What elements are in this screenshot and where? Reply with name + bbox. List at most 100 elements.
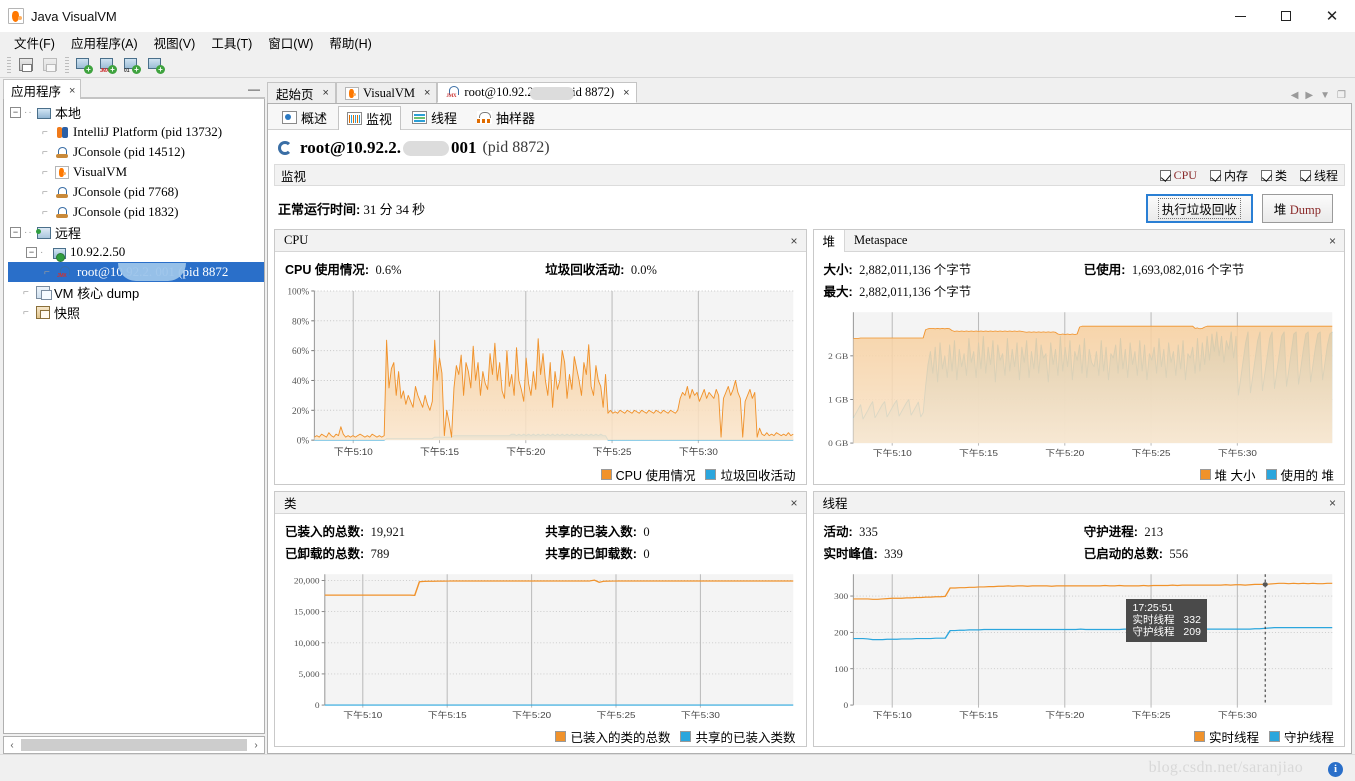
tree-connector: ·· xyxy=(24,107,37,118)
expander-icon[interactable]: − xyxy=(10,227,21,238)
tab-threads[interactable]: 线程 xyxy=(403,105,466,129)
tree-node-intellij[interactable]: ⌐ IntelliJ Platform (pid 13732) xyxy=(8,122,264,142)
tab-start-page[interactable]: 起始页 × xyxy=(267,82,336,103)
scroll-left-icon[interactable]: ‹ xyxy=(4,740,20,751)
tab-monitor[interactable]: 监视 xyxy=(338,106,401,130)
scroll-right-icon[interactable]: › xyxy=(248,740,264,751)
close-icon[interactable]: × xyxy=(1321,234,1344,248)
tree-node-local[interactable]: − ·· 本地 xyxy=(8,102,264,122)
tab-metaspace[interactable]: Metaspace xyxy=(845,230,916,252)
expander-icon[interactable]: − xyxy=(26,247,37,258)
add-application-icon[interactable]: + xyxy=(145,54,167,76)
shared-unloaded-stat: 共享的已卸载数: 0 xyxy=(545,543,805,562)
menu-applications[interactable]: 应用程序(A) xyxy=(63,31,146,54)
tree-node-snapshots[interactable]: ⌐ 快照 xyxy=(8,302,264,322)
minimize-button[interactable] xyxy=(1217,0,1263,32)
minimize-icon[interactable]: — xyxy=(243,81,265,98)
legend-heap-used[interactable]: 使用的 堆 xyxy=(1266,465,1334,484)
threads-chart[interactable]: 0100200300下午5:10下午5:15下午5:20下午5:25下午5:30… xyxy=(814,569,1345,726)
cpu-chart[interactable]: 0%20%40%60%80%100%下午5:10下午5:15下午5:20下午5:… xyxy=(275,285,806,464)
tree-node-jconsole-1832[interactable]: ⌐ JConsole (pid 1832) xyxy=(8,202,264,222)
save-all-icon[interactable] xyxy=(39,54,61,76)
applications-tree[interactable]: − ·· 本地 ⌐ IntelliJ Platform (pid 13732) … xyxy=(3,99,265,734)
perform-gc-button[interactable]: 执行垃圾回收 xyxy=(1146,194,1253,223)
menu-window[interactable]: 窗口(W) xyxy=(260,31,321,54)
checkbox-label: 线程 xyxy=(1314,167,1338,184)
computer-icon xyxy=(37,108,51,119)
info-icon[interactable]: i xyxy=(1328,762,1343,777)
heap-dump-button[interactable]: 堆 Dump xyxy=(1262,194,1333,223)
tree-node-jconsole-7768[interactable]: ⌐ JConsole (pid 7768) xyxy=(8,182,264,202)
menu-file[interactable]: 文件(F) xyxy=(6,31,63,54)
classes-chart[interactable]: 05,00010,00015,00020,000下午5:10下午5:15下午5:… xyxy=(275,569,806,726)
threads-stats-col1: 活动: 335 实时峰值: 339 xyxy=(824,521,1084,565)
application-name-prefix: root@10.92.2. xyxy=(300,138,401,158)
checkbox-cpu[interactable]: CPU xyxy=(1160,168,1197,183)
close-icon[interactable]: × xyxy=(782,234,805,248)
checkbox-classes[interactable]: 类 xyxy=(1261,167,1287,184)
close-icon[interactable]: × xyxy=(424,87,430,99)
threads-stats: 活动: 335 实时峰值: 339 守护进程: 213 xyxy=(814,514,1345,569)
legend-shared-loaded[interactable]: 共享的已装入类数 xyxy=(680,727,795,746)
stat-key: 共享的已装入数: xyxy=(545,525,637,539)
uptime-label: 正常运行时间: xyxy=(278,199,360,218)
tab-visualvm[interactable]: VisualVM × xyxy=(336,82,437,103)
legend-gc-activity[interactable]: 垃圾回收活动 xyxy=(705,465,795,484)
legend-total-loaded[interactable]: 已装入的类的总数 xyxy=(555,727,670,746)
tab-jmx-application[interactable]: root@10.92.2. 001 (pid 8872) × xyxy=(437,82,636,103)
scroll-tabs-right-icon[interactable]: ▶ xyxy=(1305,90,1313,101)
close-icon[interactable]: × xyxy=(782,496,805,510)
tree-node-remote[interactable]: − ·· 远程 xyxy=(8,222,264,242)
add-remote-host-icon[interactable]: 01+ xyxy=(121,54,143,76)
expander-icon[interactable]: − xyxy=(10,107,21,118)
close-icon[interactable]: × xyxy=(323,87,329,99)
tree-node-jmx-connection[interactable]: ⌐ root@10.92.2. 001 (pid 8872 xyxy=(8,262,264,282)
tree-connector: ⌐ xyxy=(42,127,55,138)
sidebar-horizontal-scrollbar[interactable]: ‹ › xyxy=(3,736,265,754)
close-button[interactable]: ✕ xyxy=(1309,0,1355,32)
visualvm-icon xyxy=(55,166,69,179)
stat-value: 556 xyxy=(1169,547,1188,561)
legend-live-threads[interactable]: 实时线程 xyxy=(1194,727,1259,746)
tree-node-visualvm[interactable]: ⌐ VisualVM xyxy=(8,162,264,182)
stat-key: CPU 使用情况: xyxy=(285,263,369,277)
tab-label: 监视 xyxy=(366,109,392,128)
tree-connector: · xyxy=(40,247,53,258)
window-controls: ✕ xyxy=(1217,0,1355,32)
heap-chart[interactable]: 0 GB1 GB2 GB下午5:10下午5:15下午5:20下午5:25下午5:… xyxy=(814,307,1345,464)
scroll-tabs-left-icon[interactable]: ◀ xyxy=(1291,90,1299,101)
svg-text:下午5:30: 下午5:30 xyxy=(679,446,718,458)
add-jmx-connection-icon[interactable]: JMX+ xyxy=(97,54,119,76)
checkbox-icon[interactable] xyxy=(1261,170,1272,181)
close-icon[interactable]: × xyxy=(1321,496,1344,510)
scrollbar-thumb[interactable] xyxy=(21,739,247,751)
legend-cpu-usage[interactable]: CPU 使用情况 xyxy=(601,465,696,484)
maximize-button[interactable] xyxy=(1263,0,1309,32)
add-local-host-icon[interactable]: + xyxy=(73,54,95,76)
tree-node-jconsole-14512[interactable]: ⌐ JConsole (pid 14512) xyxy=(8,142,264,162)
tab-list-icon[interactable]: ▼ xyxy=(1320,90,1330,101)
heap-size-stat: 大小: 2,882,011,136 个字节 xyxy=(824,259,1084,278)
tree-node-vm-coredump[interactable]: ⌐ VM 核心 dump xyxy=(8,282,264,302)
checkbox-icon[interactable] xyxy=(1300,170,1311,181)
maximize-tab-icon[interactable]: ❐ xyxy=(1337,90,1346,101)
close-icon[interactable]: × xyxy=(69,85,75,97)
checkbox-threads[interactable]: 线程 xyxy=(1300,167,1338,184)
total-loaded-stat: 已装入的总数: 19,921 xyxy=(285,521,545,540)
tree-node-host-10-92-2-50[interactable]: − · 10.92.2.50 xyxy=(8,242,264,262)
close-icon[interactable]: × xyxy=(623,87,629,99)
legend-heap-size[interactable]: 堆 大小 xyxy=(1200,465,1256,484)
classes-panel-header: 类 × xyxy=(275,492,806,514)
checkbox-icon[interactable] xyxy=(1210,170,1221,181)
menu-tools[interactable]: 工具(T) xyxy=(203,31,260,54)
tab-overview[interactable]: 概述 xyxy=(273,105,336,129)
save-icon[interactable] xyxy=(15,54,37,76)
menu-view[interactable]: 视图(V) xyxy=(146,31,204,54)
legend-daemon-threads[interactable]: 守护线程 xyxy=(1269,727,1334,746)
tab-sampler[interactable]: 抽样器 xyxy=(468,105,544,129)
checkbox-icon[interactable] xyxy=(1160,170,1171,181)
tab-heap[interactable]: 堆 xyxy=(814,230,846,252)
menu-help[interactable]: 帮助(H) xyxy=(321,31,379,54)
checkbox-memory[interactable]: 内存 xyxy=(1210,167,1248,184)
stat-value: 213 xyxy=(1144,525,1163,539)
